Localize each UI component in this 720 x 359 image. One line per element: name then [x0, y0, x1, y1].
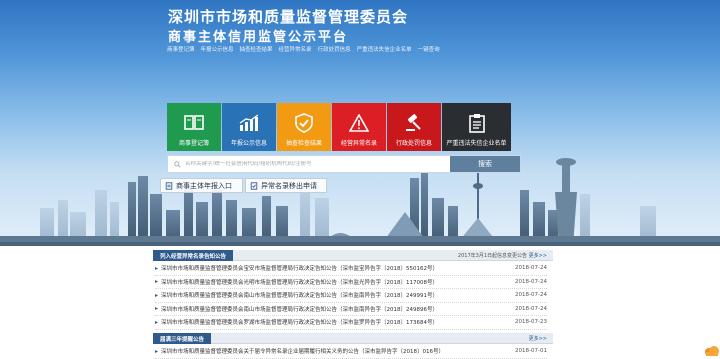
search-icon: [174, 160, 181, 168]
service-tiles: 商事登记簿 年报公示信息 抽查检查结果 经营异常名录 行政处罚信息 严重违法失信…: [167, 103, 511, 151]
chart-icon: [238, 112, 260, 134]
tile-blacklist-label: 严重违法失信企业名单: [446, 140, 507, 147]
form-icon: [250, 181, 258, 190]
tile-blacklist[interactable]: 严重违法失信企业名单: [442, 103, 511, 151]
list-item-title: 深圳市市场和质量监督管理委员会南山市场监督管理局行政决定告知公告（深市监南异告字…: [161, 293, 438, 300]
list-item-date: 2018-07-24: [515, 265, 547, 272]
tile-inspection[interactable]: 抽查检查结果: [277, 103, 331, 151]
annual-report-entry-label: 商事主体年报入口: [176, 181, 232, 190]
nav-link-registry[interactable]: 商事登记簿: [167, 45, 195, 53]
list-item[interactable]: ▸ 深圳市市场和质量监督管理委员会罗湖市场监督管理局行政决定告知公告（深市监罗异…: [155, 316, 547, 330]
book-icon: [183, 112, 205, 134]
tile-inspection-label: 抽查检查结果: [285, 140, 322, 147]
remove-abnormal-application-label: 异常名录移出申请: [261, 181, 317, 190]
nav-link-abnormal-list[interactable]: 经营异常名录: [279, 45, 312, 53]
tile-abnormal-list[interactable]: 经营异常名录: [332, 103, 386, 151]
tile-abnormal-list-label: 经营异常名录: [340, 140, 377, 147]
list-item-title: 深圳市市场和质量监督管理委员会光明市场监督管理局行政决定告知公告（深市监光异告字…: [161, 279, 438, 286]
site-subtitle: 商事主体信用监管公示平台: [168, 30, 349, 45]
list-item-title: 深圳市市场和质量监督管理委员会南山市场监督管理局行政决定告知公告（深市监南异告字…: [161, 306, 438, 313]
tile-penalty[interactable]: 行政处罚信息: [387, 103, 441, 151]
more-link[interactable]: 更多>>: [529, 253, 547, 259]
nav-link-one-click-query[interactable]: 一键查询: [418, 45, 440, 53]
list-item-title: 深圳市市场和质量监督管理委员会罗湖市场监督管理局行政决定告知公告（深市监罗异告字…: [161, 320, 438, 327]
remove-abnormal-application-button[interactable]: 异常名录移出申请: [245, 178, 327, 193]
list-item[interactable]: ▸ 深圳市市场和质量监督管理委员会宝安市场监督管理局行政决定告知公告（深市监宝异…: [155, 262, 547, 276]
search-button[interactable]: 搜索: [450, 156, 520, 172]
list-item-title: 深圳市市场和质量监督管理委员会关于届令异常名录企业届期履行相关义务的公告（深市监…: [161, 349, 444, 356]
clipboard-icon: [466, 112, 488, 134]
warning-icon: [348, 112, 370, 134]
site-title: 深圳市市场和质量监督管理委员会: [168, 8, 409, 26]
three-year-reminder-panel-header: 届满三年提醒公告 更多>>: [153, 333, 553, 344]
corner-logo-icon[interactable]: [703, 343, 720, 359]
nav-link-inspection[interactable]: 抽查检查结果: [240, 45, 273, 53]
change-notice-link[interactable]: 2017年3月1日起信息变更公告: [458, 253, 527, 259]
list-item-date: 2018-07-24: [515, 292, 547, 299]
top-nav: 商事登记簿 年报公示信息 抽查检查结果 经营异常名录 行政处罚信息 严重违法失信…: [167, 45, 440, 53]
list-item[interactable]: ▸ 深圳市市场和质量监督管理委员会南山市场监督管理局行政决定告知公告（深市监南异…: [155, 289, 547, 303]
list-item-date: 2018-07-24: [515, 278, 547, 285]
gavel-icon: [403, 112, 425, 134]
list-item-date: 2018-07-24: [515, 305, 547, 312]
three-year-reminder-tab[interactable]: 届满三年提醒公告: [153, 333, 212, 344]
abnormal-notice-list: ▸ 深圳市市场和质量监督管理委员会宝安市场监督管理局行政决定告知公告（深市监宝异…: [155, 262, 547, 330]
tile-registry-label: 商事登记簿: [178, 140, 209, 147]
list-item[interactable]: ▸ 深圳市市场和质量监督管理委员会关于届令异常名录企业届期履行相关义务的公告（深…: [155, 345, 547, 359]
list-item[interactable]: ▸ 深圳市市场和质量监督管理委员会南山市场监督管理局行政决定告知公告（深市监南异…: [155, 303, 547, 316]
more-link[interactable]: 更多>>: [529, 336, 547, 342]
tile-registry[interactable]: 商事登记簿: [167, 103, 221, 151]
tile-annual-report[interactable]: 年报公示信息: [222, 103, 276, 151]
tile-penalty-label: 行政处罚信息: [395, 140, 432, 147]
three-year-reminder-list: ▸ 深圳市市场和质量监督管理委员会关于届令异常名录企业届期履行相关义务的公告（深…: [155, 345, 547, 359]
abnormal-notice-tab[interactable]: 列入经营异常名录告知公告: [153, 250, 234, 261]
annual-report-entry-button[interactable]: 商事主体年报入口: [160, 178, 243, 193]
nav-link-penalty[interactable]: 行政处罚信息: [318, 45, 351, 53]
list-item[interactable]: ▸ 深圳市市场和质量监督管理委员会光明市场监督管理局行政决定告知公告（深市监光异…: [155, 276, 547, 289]
panel-header-right: 更多>>: [529, 335, 547, 342]
search-box: [168, 156, 450, 172]
tile-annual-report-label: 年报公示信息: [230, 140, 267, 147]
nav-link-annual-report[interactable]: 年报公示信息: [201, 45, 234, 53]
nav-link-blacklist[interactable]: 严重违法失信企业名单: [357, 45, 412, 53]
document-icon: [165, 181, 173, 190]
panel-header-right: 2017年3月1日起信息变更公告 更多>>: [458, 252, 547, 259]
abnormal-notice-panel-header: 列入经营异常名录告知公告 2017年3月1日起信息变更公告 更多>>: [153, 250, 553, 261]
search-bar: 搜索: [167, 155, 521, 173]
list-item-date: 2018-07-23: [515, 319, 547, 326]
search-input[interactable]: [185, 161, 445, 167]
list-item-date: 2018-07-01: [515, 348, 547, 355]
list-item-title: 深圳市市场和质量监督管理委员会宝安市场监督管理局行政决定告知公告（深市监宝异告字…: [161, 266, 438, 273]
shield-check-icon: [293, 112, 315, 134]
